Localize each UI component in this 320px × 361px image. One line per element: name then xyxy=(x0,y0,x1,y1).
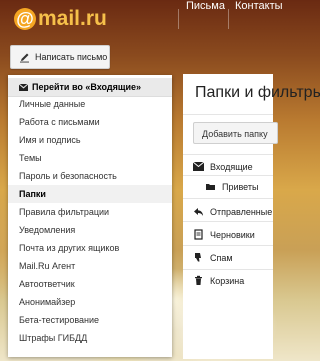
folder-label: Приветы xyxy=(222,181,259,192)
menu-item-other-mailboxes[interactable]: Почта из других ящиков xyxy=(8,239,172,257)
menu-item-label: Перейти во «Входящие» xyxy=(32,82,142,92)
thumb-down-icon xyxy=(195,253,201,262)
folder-sent[interactable]: Отправленные xyxy=(193,206,272,217)
menu-item-go-inbox[interactable]: Перейти во «Входящие» xyxy=(8,78,172,96)
folder-privety[interactable]: Приветы xyxy=(205,181,258,192)
pencil-icon xyxy=(20,53,29,62)
menu-item-password-security[interactable]: Пароль и безопасность xyxy=(8,167,172,185)
menu-item-anonymizer[interactable]: Анонимайзер xyxy=(8,293,172,311)
menu-item-name-signature[interactable]: Имя и подпись xyxy=(8,131,172,149)
nav-contacts[interactable]: Контакты xyxy=(235,0,283,12)
folder-label: Спам xyxy=(210,252,233,263)
menu-item-autoresponder[interactable]: Автоответчик xyxy=(8,275,172,293)
header: @ mail.ru Письма Контакты xyxy=(0,0,283,38)
trash-icon xyxy=(195,275,202,285)
folder-label: Отправленные xyxy=(210,206,273,217)
menu-item-folders[interactable]: Папки xyxy=(8,185,172,203)
folder-trash[interactable]: Корзина xyxy=(193,275,244,286)
divider xyxy=(183,175,273,176)
folder-label: Черновики xyxy=(210,229,255,240)
menu-item-themes[interactable]: Темы xyxy=(8,149,172,167)
draft-icon xyxy=(194,229,203,240)
divider xyxy=(183,221,273,222)
menu-item-notifications[interactable]: Уведомления xyxy=(8,221,172,239)
divider xyxy=(183,269,273,270)
envelope-icon xyxy=(193,161,204,171)
menu-item-personal-data[interactable]: Личные данные xyxy=(8,95,172,113)
settings-dropdown-menu: Перейти во «Входящие» Личные данные Рабо… xyxy=(8,75,172,357)
compose-label: Написать письмо xyxy=(35,52,108,62)
add-folder-button[interactable]: Добавить папку xyxy=(193,122,278,144)
logo-text: mail.ru xyxy=(38,7,107,30)
menu-item-mailru-agent[interactable]: Mail.Ru Агент xyxy=(8,257,172,275)
nav-letters[interactable]: Письма xyxy=(186,0,225,12)
page-title: Папки и фильтры xyxy=(195,84,320,101)
folders-panel: Папки и фильтры Добавить папку Входящие … xyxy=(183,74,320,359)
menu-item-beta-testing[interactable]: Бета-тестирование xyxy=(8,311,172,329)
envelope-icon xyxy=(19,83,28,91)
nav-divider xyxy=(228,9,229,29)
folder-spam[interactable]: Спам xyxy=(193,252,233,263)
mailru-logo[interactable]: @ mail.ru xyxy=(14,7,107,31)
menu-item-filter-rules[interactable]: Правила фильтрации xyxy=(8,203,172,221)
menu-item-letters-settings[interactable]: Работа с письмами xyxy=(8,113,172,131)
folder-label: Входящие xyxy=(210,161,253,172)
divider xyxy=(183,114,273,115)
folder-icon xyxy=(206,184,215,190)
folder-drafts[interactable]: Черновики xyxy=(193,229,255,240)
divider xyxy=(183,198,273,199)
divider xyxy=(183,245,273,246)
reply-icon xyxy=(194,208,203,216)
divider xyxy=(183,154,273,155)
nav-divider xyxy=(178,9,179,29)
folder-inbox[interactable]: Входящие xyxy=(193,161,253,172)
compose-button[interactable]: Написать письмо xyxy=(10,45,110,69)
folder-label: Корзина xyxy=(210,275,245,286)
logo-at-icon: @ xyxy=(14,8,36,30)
menu-item-traffic-fines[interactable]: Штрафы ГИБДД xyxy=(8,329,172,347)
